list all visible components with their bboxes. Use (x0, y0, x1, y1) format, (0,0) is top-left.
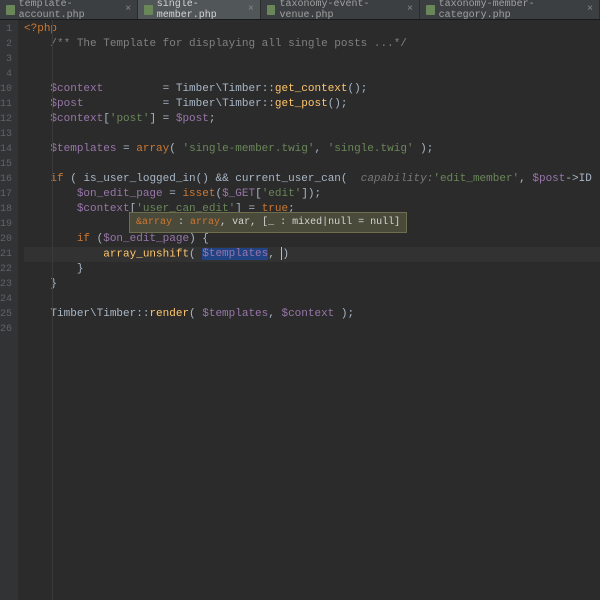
line-number: 11 (0, 97, 12, 112)
tab-taxonomy-event-venue[interactable]: taxonomy-event-venue.php × (261, 0, 420, 19)
line-number: 26 (0, 322, 12, 337)
line-number: 23 (0, 277, 12, 292)
tab-label: taxonomy-member-category.php (439, 0, 583, 21)
line-number: 13 (0, 127, 12, 142)
tab-single-member[interactable]: single-member.php × (138, 0, 261, 19)
tab-bar: template-account.php× single-member.php×… (0, 0, 600, 20)
php-icon (426, 5, 435, 15)
tab-label: taxonomy-event-venue.php (279, 0, 403, 21)
line-number: 18 (0, 202, 12, 217)
line-gutter: 1 2 3 4 10 11 12 13 14 15 16 17 18 19 20… (0, 20, 18, 600)
parameter-info-tooltip: &array : array, var, [_ : mixed|null = n… (129, 212, 407, 233)
line-number: 2 (0, 37, 12, 52)
line-number: 10 (0, 82, 12, 97)
line-number: 15 (0, 157, 12, 172)
tab-label: single-member.php (157, 0, 244, 21)
tab-template-account[interactable]: template-account.php× (0, 0, 138, 19)
close-icon[interactable]: × (248, 4, 254, 15)
line-number: 1 (0, 22, 12, 37)
tab-label: template-account.php (19, 0, 122, 21)
tab-taxonomy-member-category[interactable]: taxonomy-member-category.php × (420, 0, 600, 19)
line-number: 21 (0, 247, 12, 262)
line-number: 3 (0, 52, 12, 67)
indent-guide (52, 20, 53, 600)
line-number: 14 (0, 142, 12, 157)
line-number: 25 (0, 307, 12, 322)
comment: /** (24, 38, 77, 50)
line-number: 12 (0, 112, 12, 127)
param-hint: capability: (361, 173, 434, 185)
php-icon (144, 5, 153, 15)
line-number: 24 (0, 292, 12, 307)
line-number: 17 (0, 187, 12, 202)
close-icon[interactable]: × (125, 4, 131, 15)
line-number: 4 (0, 67, 12, 82)
line-number: 16 (0, 172, 12, 187)
code-area[interactable]: <?php /** The Template for displaying al… (18, 20, 600, 600)
editor: 1 2 3 4 10 11 12 13 14 15 16 17 18 19 20… (0, 20, 600, 600)
line-number: 19 (0, 217, 12, 232)
close-icon[interactable]: × (407, 4, 413, 15)
php-icon (267, 5, 276, 15)
php-icon (6, 5, 15, 15)
line-number: 22 (0, 262, 12, 277)
line-number: 20 (0, 232, 12, 247)
close-icon[interactable]: × (587, 4, 593, 15)
current-line: array_unshift( $templates, ) (24, 247, 600, 262)
